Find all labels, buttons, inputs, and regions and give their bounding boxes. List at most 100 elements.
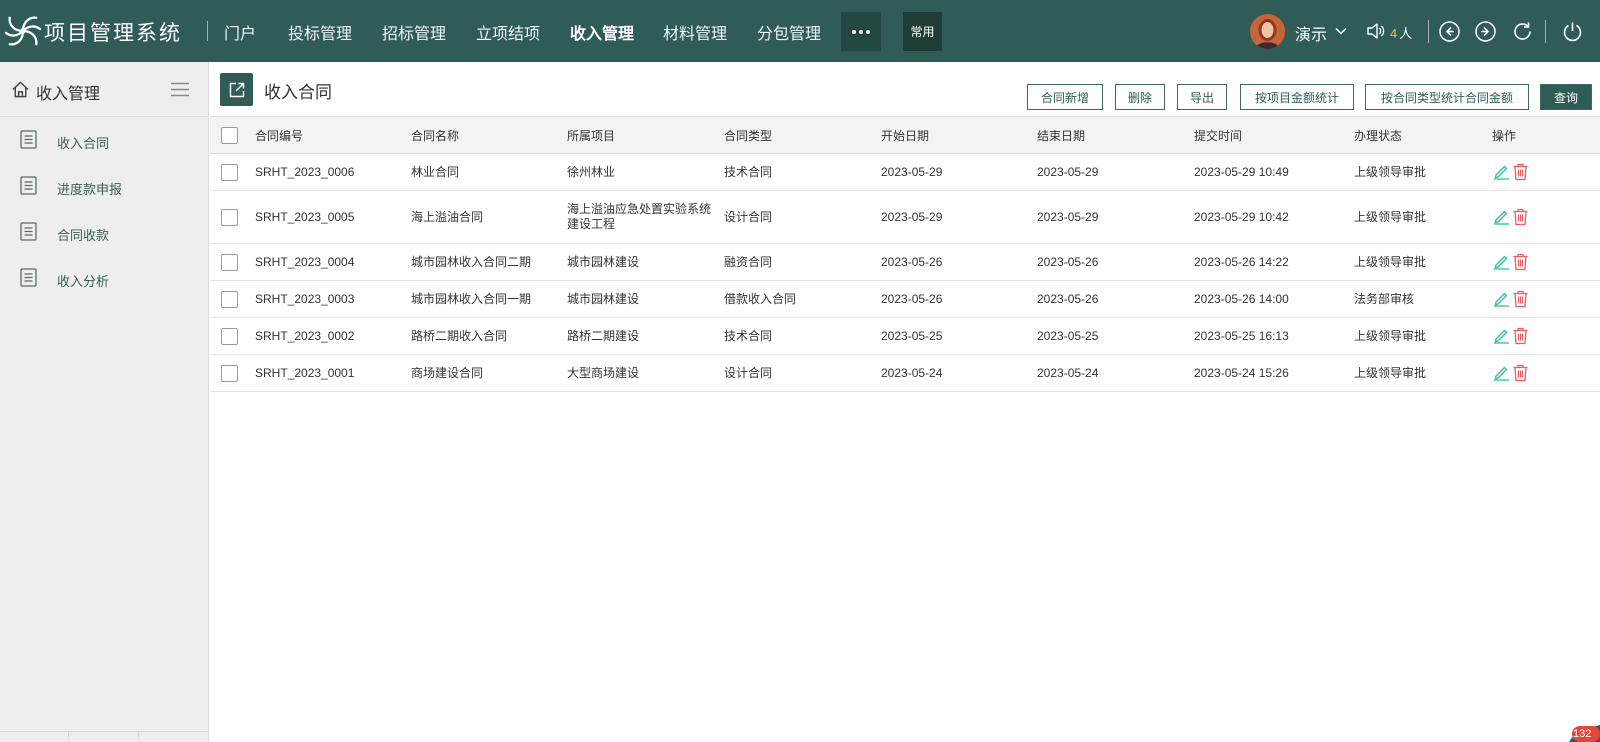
query-button[interactable]: 查询 [1540, 84, 1592, 110]
submit-time: 2023-05-26 14:22 [1194, 255, 1289, 269]
sidebar-item-income-analysis[interactable]: 收入分析 [0, 256, 208, 302]
contract-name: 商场建设合同 [411, 366, 484, 380]
delete-icon[interactable] [1512, 364, 1529, 382]
status: 上级领导审批 [1354, 165, 1427, 179]
user-name[interactable]: 演示 [1295, 21, 1327, 45]
edit-icon[interactable] [1493, 208, 1510, 225]
stat-by-type-button[interactable]: 按合同类型统计合同金额 [1365, 84, 1529, 110]
delete-icon[interactable] [1512, 327, 1529, 345]
home-icon [12, 81, 29, 98]
edit-icon[interactable] [1493, 327, 1510, 344]
table-row[interactable]: SRHT_2023_0006 林业合同 徐州林业 技术合同 2023-05-29… [210, 154, 1600, 191]
row-checkbox[interactable] [221, 328, 238, 345]
delete-icon[interactable] [1512, 253, 1529, 271]
nav-item-subcontract[interactable]: 分包管理 [757, 20, 821, 44]
contract-type: 技术合同 [724, 329, 773, 343]
contract-name: 海上溢油合同 [411, 210, 484, 224]
table-row[interactable]: SRHT_2023_0001 商场建设合同 大型商场建设 设计合同 2023-0… [210, 355, 1600, 392]
more-menu-button[interactable] [841, 12, 881, 51]
add-contract-button[interactable]: 合同新增 [1027, 84, 1103, 110]
nav-item-portal[interactable]: 门户 [224, 20, 256, 44]
contract-type: 技术合同 [724, 165, 773, 179]
contract-name: 林业合同 [411, 165, 460, 179]
contract-name: 城市园林收入合同一期 [411, 292, 532, 306]
chevron-down-icon[interactable] [1334, 24, 1348, 38]
contract-code: SRHT_2023_0006 [255, 165, 355, 179]
refresh-icon[interactable] [1511, 20, 1534, 43]
contract-name: 路桥二期收入合同 [411, 329, 508, 343]
row-checkbox[interactable] [221, 209, 238, 226]
sidebar-item-progress-payment[interactable]: 进度款申报 [0, 164, 208, 210]
sidebar-item-label: 收入合同 [57, 136, 110, 151]
sidebar-item-label: 进度款申报 [57, 182, 123, 197]
delete-icon[interactable] [1512, 208, 1529, 226]
nav-divider [207, 21, 208, 41]
nav-item-project-setup[interactable]: 立项结项 [476, 20, 540, 44]
speaker-icon[interactable] [1366, 21, 1386, 41]
sidebar-item-income-contract[interactable]: 收入合同 [0, 118, 208, 164]
notification-count[interactable]: 132 [1573, 728, 1591, 740]
contracts-table: 合同编号 合同名称 所属项目 合同类型 开始日期 结束日期 提交时间 办理状态 … [210, 116, 1600, 392]
delete-button[interactable]: 删除 [1115, 84, 1165, 110]
project-name: 城市园林建设 [567, 255, 640, 269]
document-list-icon [20, 176, 37, 195]
table-row[interactable]: SRHT_2023_0003 城市园林收入合同一期 城市园林建设 借款收入合同 … [210, 281, 1600, 318]
online-number: 4 [1390, 26, 1398, 41]
row-checkbox[interactable] [221, 164, 238, 181]
contract-type: 设计合同 [724, 210, 773, 224]
row-checkbox[interactable] [221, 291, 238, 308]
nav-item-bidding[interactable]: 投标管理 [288, 20, 352, 44]
contract-code: SRHT_2023_0005 [255, 210, 355, 224]
status: 上级领导审批 [1354, 329, 1427, 343]
end-date: 2023-05-24 [1037, 366, 1099, 380]
nav-item-materials[interactable]: 材料管理 [663, 20, 727, 44]
table-row[interactable]: SRHT_2023_0004 城市园林收入合同二期 城市园林建设 融资合同 20… [210, 244, 1600, 281]
top-navbar: 项目管理系统 门户 投标管理 招标管理 立项结项 收入管理 材料管理 分包管理 … [0, 0, 1600, 62]
project-name: 路桥二期建设 [567, 329, 640, 343]
forward-icon[interactable] [1474, 20, 1497, 43]
document-list-icon [20, 130, 37, 149]
end-date: 2023-05-29 [1037, 210, 1099, 224]
online-unit: 人 [1399, 26, 1413, 41]
table-row[interactable]: SRHT_2023_0002 路桥二期收入合同 路桥二期建设 技术合同 2023… [210, 318, 1600, 355]
sidebar-item-contract-collection[interactable]: 合同收款 [0, 210, 208, 256]
submit-time: 2023-05-29 10:42 [1194, 210, 1289, 224]
delete-icon[interactable] [1512, 290, 1529, 308]
select-all-checkbox[interactable] [221, 127, 238, 144]
submit-time: 2023-05-29 10:49 [1194, 165, 1289, 179]
nav-item-tendering[interactable]: 招标管理 [382, 20, 446, 44]
logo-icon [4, 16, 42, 46]
sidebar-item-label: 合同收款 [57, 228, 110, 243]
project-name: 大型商场建设 [567, 366, 640, 380]
column-header: 操作 [1492, 129, 1517, 143]
column-header: 提交时间 [1194, 129, 1243, 143]
delete-icon[interactable] [1512, 163, 1529, 181]
stat-by-project-button[interactable]: 按项目金额统计 [1240, 84, 1354, 110]
edit-icon[interactable] [1493, 364, 1510, 381]
edit-icon[interactable] [1493, 253, 1510, 270]
contract-code: SRHT_2023_0001 [255, 366, 355, 380]
nav-item-income[interactable]: 收入管理 [570, 20, 634, 44]
project-name: 城市园林建设 [567, 292, 640, 306]
menu-toggle-icon[interactable] [170, 81, 190, 98]
power-icon[interactable] [1561, 20, 1584, 43]
user-avatar[interactable] [1250, 14, 1285, 49]
contract-code: SRHT_2023_0004 [255, 255, 355, 269]
back-icon[interactable] [1438, 20, 1461, 43]
table-row[interactable]: SRHT_2023_0005 海上溢油合同 海上溢油应急处置实验系统建设工程 设… [210, 191, 1600, 244]
status: 法务部审核 [1354, 292, 1415, 306]
common-button[interactable]: 常用 [903, 12, 942, 51]
contract-type: 设计合同 [724, 366, 773, 380]
submit-time: 2023-05-25 16:13 [1194, 329, 1289, 343]
end-date: 2023-05-26 [1037, 292, 1099, 306]
row-checkbox[interactable] [221, 254, 238, 271]
sidebar-title: 收入管理 [36, 86, 101, 103]
row-checkbox[interactable] [221, 365, 238, 382]
export-button[interactable]: 导出 [1177, 84, 1227, 110]
external-link-icon [220, 73, 253, 106]
edit-icon[interactable] [1493, 163, 1510, 180]
contract-type: 融资合同 [724, 255, 773, 269]
project-name: 徐州林业 [567, 165, 616, 179]
start-date: 2023-05-24 [881, 366, 943, 380]
edit-icon[interactable] [1493, 290, 1510, 307]
